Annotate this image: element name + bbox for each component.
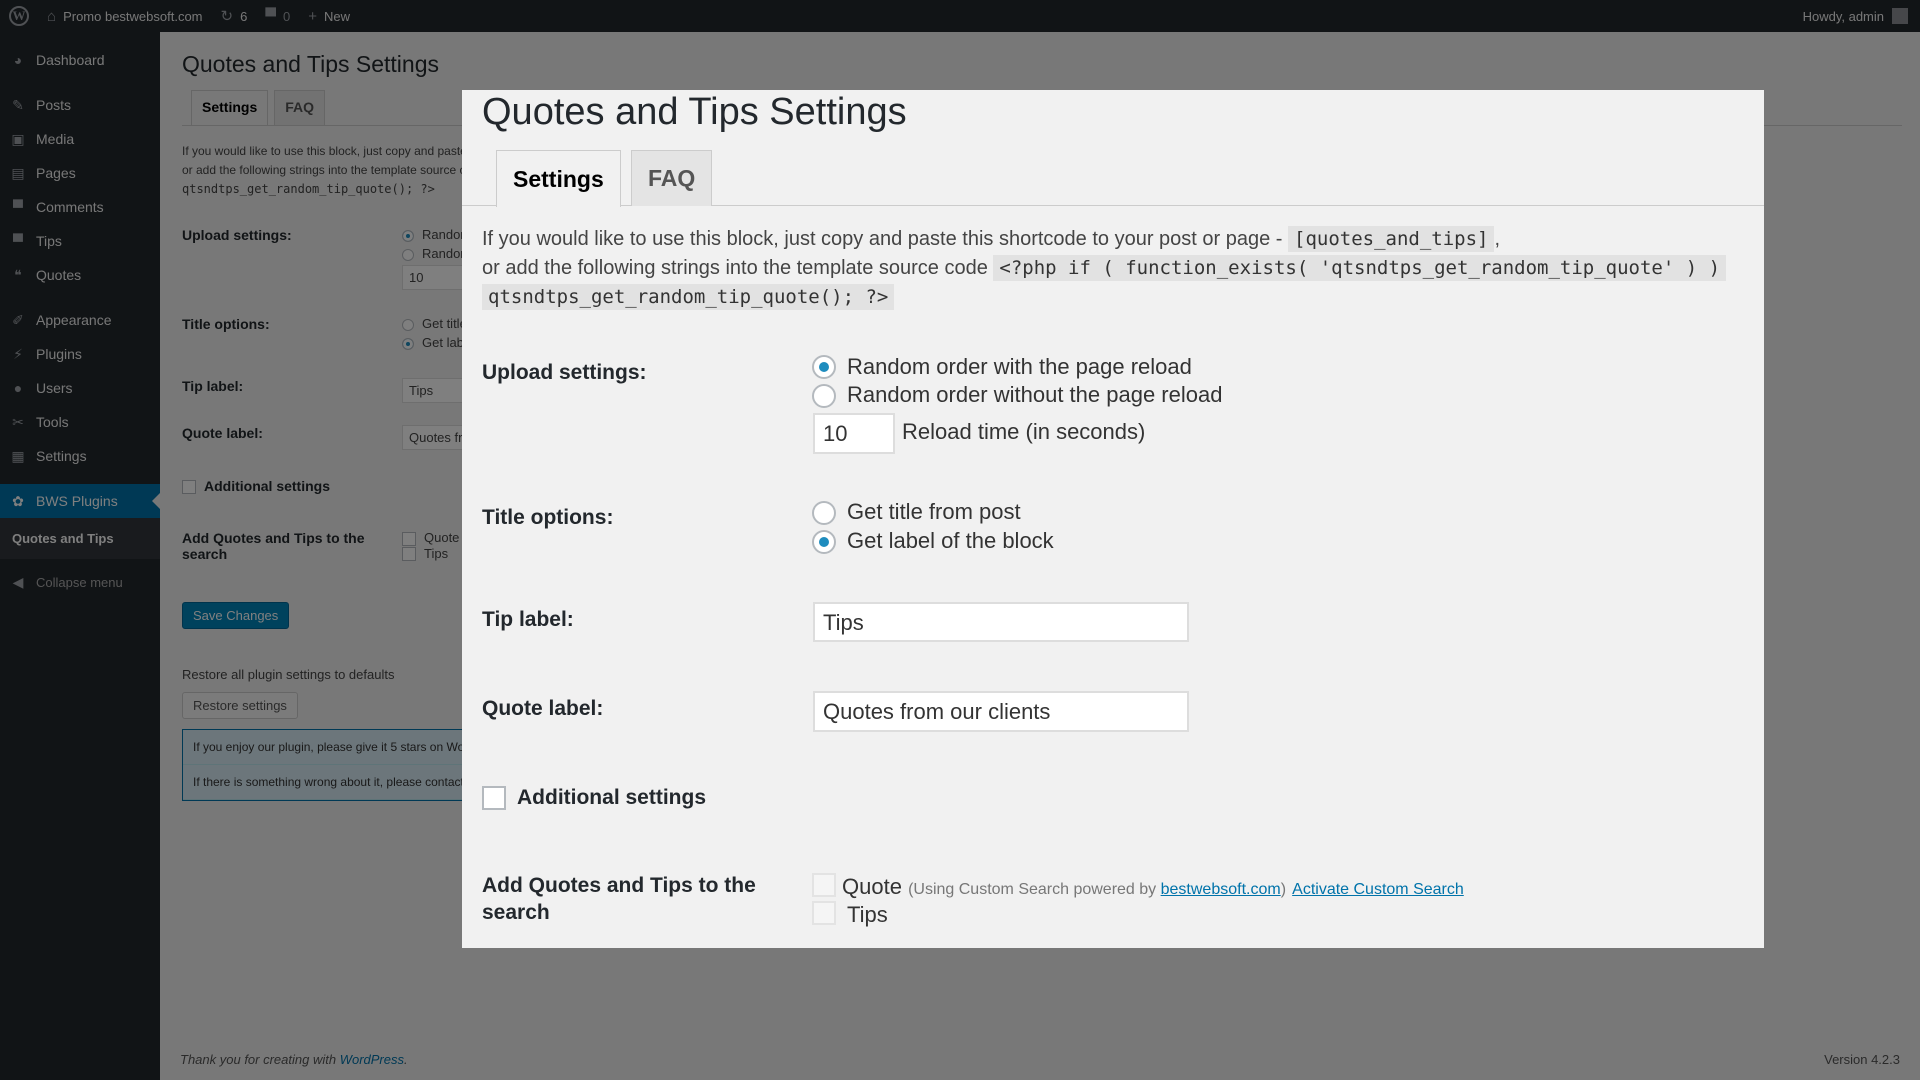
zoom-title-radio-label[interactable]: [812, 530, 836, 554]
zoom-reload-time-input[interactable]: 10: [813, 413, 895, 454]
zoomed-settings-panel: Quotes and Tips Settings Settings FAQ If…: [462, 90, 1764, 948]
php-code-line-1: <?php if ( function_exists( 'qtsndtps_ge…: [993, 255, 1727, 281]
activate-custom-search-link[interactable]: Activate Custom Search: [1292, 881, 1464, 898]
bestwebsoft-link[interactable]: bestwebsoft.com: [1161, 881, 1281, 898]
zoom-tab-settings[interactable]: Settings: [496, 150, 621, 207]
zoom-title-options-label: Title options:: [482, 506, 614, 529]
zoom-quote-label-input[interactable]: Quotes from our clients: [813, 691, 1189, 732]
zoom-upload-radio-reload[interactable]: [812, 355, 836, 379]
zoom-tip-label: Tip label:: [482, 608, 574, 631]
zoom-upload-label: Upload settings:: [482, 361, 647, 384]
zoom-tip-label-input[interactable]: Tips: [813, 602, 1189, 642]
zoom-page-title: Quotes and Tips Settings: [482, 91, 907, 133]
zoom-additional-settings-checkbox[interactable]: [482, 786, 506, 810]
zoom-search-tips-checkbox[interactable]: [812, 901, 836, 925]
php-code-line-2: qtsndtps_get_random_tip_quote(); ?>: [482, 284, 895, 310]
shortcode: [quotes_and_tips]: [1288, 226, 1495, 252]
zoom-search-label: Add Quotes and Tips to the search: [482, 874, 756, 924]
zoom-settings-tabs: Settings FAQ: [462, 150, 1764, 207]
zoom-intro-text: If you would like to use this block, jus…: [482, 225, 1764, 312]
zoom-quote-label: Quote label:: [482, 697, 604, 720]
zoom-title-radio-post[interactable]: [812, 501, 836, 525]
zoom-search-quote-checkbox[interactable]: [812, 873, 836, 897]
zoom-additional-settings-label: Additional settings: [517, 786, 706, 809]
zoom-upload-radio-no-reload[interactable]: [812, 384, 836, 408]
zoom-tab-faq[interactable]: FAQ: [631, 150, 713, 206]
